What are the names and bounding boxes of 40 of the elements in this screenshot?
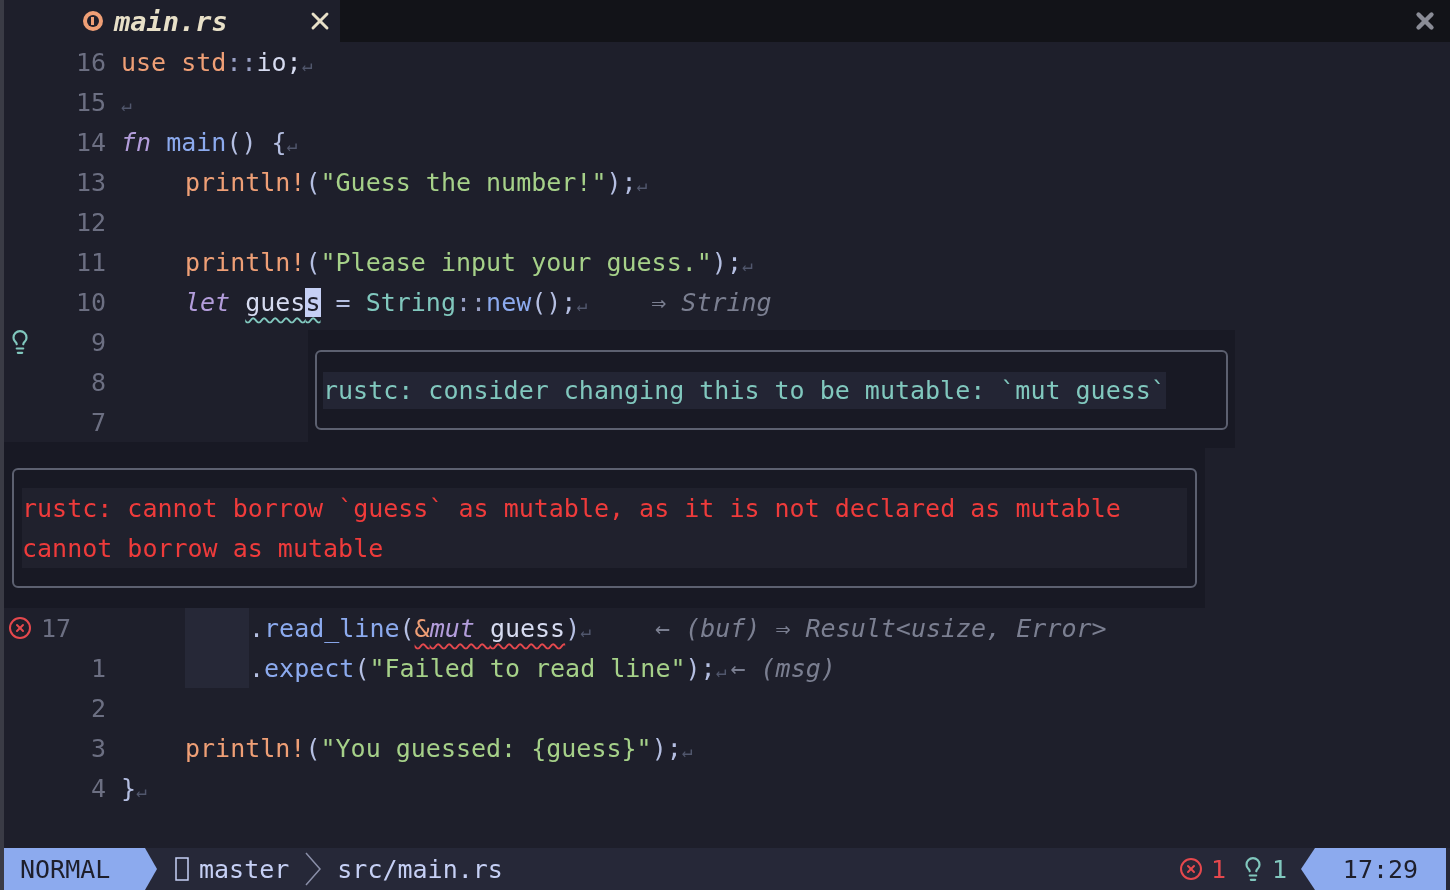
code-line: .expect("Failed to read line");↵ — [249, 655, 727, 681]
code-line: ↵ — [121, 92, 132, 115]
line-number: 10 — [75, 289, 106, 315]
arrow-icon — [1301, 848, 1315, 890]
line-number: 3 — [90, 735, 106, 761]
line-number: 2 — [90, 695, 106, 721]
line-number: 11 — [75, 249, 106, 275]
code-line: .read_line(&mut guess)↵ — [249, 615, 592, 641]
error-icon — [1178, 857, 1203, 881]
error-message: rustc: cannot borrow `guess` as mutable, as it is not declared as mutable — [22, 488, 1187, 528]
line-number: 9 — [90, 329, 106, 355]
glyph-icon — [175, 857, 189, 881]
branch-name: master — [199, 856, 290, 882]
inlay-hint: ← (buf) ⇒ Result<usize, Error> — [654, 615, 1107, 641]
line-number: 8 — [90, 369, 106, 395]
error-count: 1 — [1210, 856, 1226, 882]
file-path: src/main.rs — [337, 856, 503, 882]
code-line: fn main() {↵ — [121, 129, 298, 155]
line-number: 15 — [75, 89, 106, 115]
line-number: 7 — [90, 409, 106, 435]
arrow-icon — [145, 848, 157, 890]
inlay-hint: ⇒ String — [650, 289, 772, 315]
hint-count: 1 — [1271, 856, 1287, 882]
line-number: 4 — [90, 775, 106, 801]
code-line: println!("You guessed: {guess}");↵ — [185, 735, 693, 761]
line-number: 1 — [90, 655, 106, 681]
line-number: 17 — [41, 615, 72, 641]
code-line: use std::io;↵ — [121, 49, 313, 75]
chevron-icon — [305, 852, 322, 886]
error-message: cannot borrow as mutable — [22, 528, 1187, 568]
line-number: 13 — [75, 169, 106, 195]
code-line: println!("Guess the number!");↵ — [185, 169, 648, 195]
code-line: }↵ — [121, 775, 147, 801]
hint-message: rustc: consider changing this to be mutable: `mut guess` — [323, 371, 1166, 409]
line-number: 16 — [75, 49, 106, 75]
inlay-hint: ← (msg) — [729, 655, 836, 681]
code-line: println!("Please input your guess.");↵ — [185, 249, 753, 275]
line-number: 12 — [75, 209, 106, 235]
line-number: 14 — [75, 129, 106, 155]
code-line: let guess = String::new();↵ — [185, 289, 588, 315]
